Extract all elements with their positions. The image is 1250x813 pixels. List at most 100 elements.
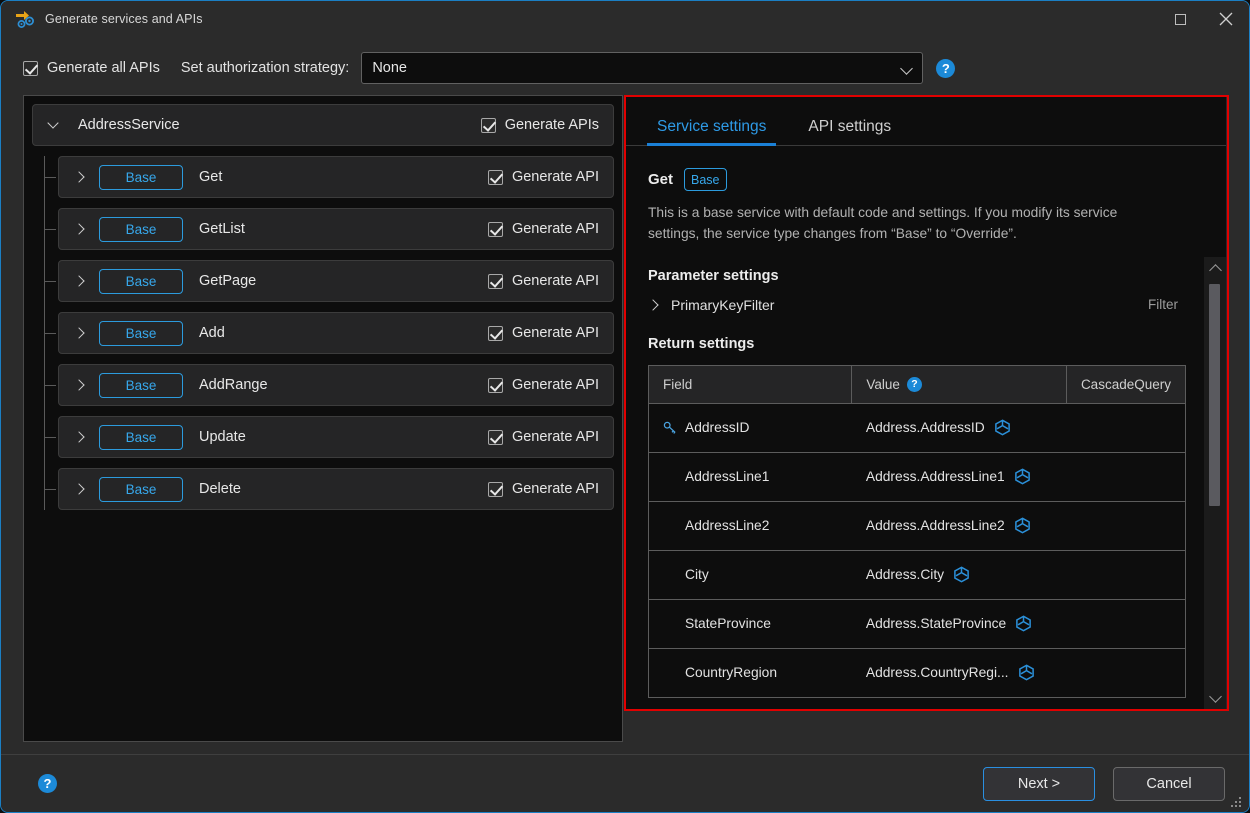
generate-api-label: Generate API (511, 169, 599, 185)
tree-item-get[interactable]: Base Get Generate API (45, 156, 614, 198)
cascade-query-cell[interactable] (1066, 550, 1186, 600)
service-type-badge[interactable]: Base (99, 476, 183, 502)
auth-strategy-help-icon[interactable]: ? (936, 58, 956, 78)
chevron-right-icon[interactable] (647, 299, 659, 311)
generate-apis-label: Generate APIs (504, 117, 599, 133)
column-header-value: Value ? (851, 365, 1067, 404)
cube-icon (1018, 664, 1034, 681)
dialog-body: AddressService Generate APIs Base Get Ge… (1, 89, 1249, 754)
generate-api-checkbox[interactable] (487, 221, 503, 237)
tree-item-delete[interactable]: Base Delete Generate API (45, 468, 614, 510)
method-name: Update (199, 429, 246, 445)
method-name: AddRange (199, 377, 268, 393)
column-header-cascadequery: CascadeQuery (1066, 365, 1186, 404)
cascade-query-cell[interactable] (1066, 648, 1186, 698)
generate-api-checkbox[interactable] (487, 325, 503, 341)
cube-icon (994, 419, 1010, 436)
service-type-badge[interactable]: Base (99, 164, 183, 190)
service-settings-content: Get Base This is a base service with def… (625, 146, 1226, 709)
field-value: Address.AddressID (865, 420, 985, 436)
scroll-up-button[interactable] (1204, 257, 1226, 279)
field-value: Address.AddressLine1 (865, 469, 1005, 485)
cancel-button[interactable]: Cancel (1113, 766, 1225, 801)
service-type-badge[interactable]: Base (99, 372, 183, 398)
detail-type-badge[interactable]: Base (684, 168, 727, 191)
auth-strategy-value: None (372, 60, 407, 76)
field-name: City (685, 567, 709, 583)
method-name: Get (199, 169, 223, 185)
generate-api-label: Generate API (511, 221, 599, 237)
tree-item-addrange[interactable]: Base AddRange Generate API (45, 364, 614, 406)
close-button[interactable] (1203, 1, 1249, 37)
field-value: Address.AddressLine2 (865, 518, 1005, 534)
maximize-button[interactable] (1157, 1, 1203, 37)
cascade-query-cell[interactable] (1066, 599, 1186, 649)
table-row[interactable]: AddressLine2 Address.AddressLine2 (648, 501, 1186, 551)
tab-service-settings[interactable]: Service settings (647, 118, 777, 146)
chevron-right-icon[interactable] (73, 327, 85, 339)
tree-root-addressservice[interactable]: AddressService Generate APIs (32, 104, 614, 146)
parameter-row-primarykeyfilter[interactable]: PrimaryKeyFilter Filter (647, 296, 1178, 313)
chevron-down-icon (1208, 689, 1222, 703)
detail-scrollbar[interactable] (1204, 257, 1226, 709)
service-type-badge[interactable]: Base (99, 268, 183, 294)
cascade-query-cell[interactable] (1066, 403, 1186, 453)
generate-api-checkbox[interactable] (487, 377, 503, 393)
detail-header: Get Base (648, 168, 1226, 191)
chevron-right-icon[interactable] (73, 379, 85, 391)
tree-item-update[interactable]: Base Update Generate API (45, 416, 614, 458)
table-row[interactable]: AddressID Address.AddressID (648, 403, 1186, 453)
tree-item-getpage[interactable]: Base GetPage Generate API (45, 260, 614, 302)
tree-item-add[interactable]: Base Add Generate API (45, 312, 614, 354)
chevron-down-icon[interactable] (47, 117, 59, 129)
scrollbar-thumb[interactable] (1209, 284, 1220, 506)
footer-help-icon[interactable]: ? (38, 774, 57, 793)
close-icon (1219, 12, 1233, 26)
field-value: Address.StateProvince (865, 616, 1007, 632)
auth-strategy-select[interactable]: None (361, 52, 924, 84)
table-row[interactable]: CountryRegion Address.CountryRegi... (648, 648, 1186, 698)
generate-all-apis-label: Generate all APIs (47, 60, 160, 76)
table-header-row: Field Value ? CascadeQuery (648, 365, 1186, 404)
parameter-kind: Filter (1148, 297, 1178, 313)
detail-description: This is a base service with default code… (648, 205, 1118, 241)
chevron-right-icon[interactable] (73, 223, 85, 235)
window-title: Generate services and APIs (45, 12, 203, 26)
generate-api-label: Generate API (511, 377, 599, 393)
generate-api-checkbox[interactable] (487, 169, 503, 185)
field-name: AddressID (685, 420, 750, 436)
return-settings-heading: Return settings (648, 335, 755, 352)
next-button[interactable]: Next > (983, 766, 1095, 801)
table-row[interactable]: StateProvince Address.StateProvince (648, 599, 1186, 649)
generate-api-checkbox[interactable] (487, 481, 503, 497)
service-type-badge[interactable]: Base (99, 424, 183, 450)
chevron-right-icon[interactable] (73, 483, 85, 495)
parameter-settings-heading: Parameter settings (648, 267, 779, 284)
generate-apis-checkbox[interactable] (480, 117, 496, 133)
table-row[interactable]: City Address.City (648, 550, 1186, 600)
cascade-query-cell[interactable] (1066, 501, 1186, 551)
scrollbar-track[interactable] (1204, 279, 1226, 687)
service-name: AddressService (78, 117, 180, 133)
generate-api-label: Generate API (511, 481, 599, 497)
service-type-badge[interactable]: Base (99, 216, 183, 242)
value-help-icon[interactable]: ? (906, 376, 922, 392)
cascade-query-cell[interactable] (1066, 452, 1186, 502)
chevron-right-icon[interactable] (73, 275, 85, 287)
title-bar: Generate services and APIs (1, 1, 1249, 37)
resize-grip[interactable] (1231, 795, 1243, 807)
chevron-right-icon[interactable] (73, 171, 85, 183)
detail-tabs: Service settings API settings (625, 97, 1226, 146)
chevron-up-icon (1208, 263, 1222, 277)
service-type-badge[interactable]: Base (99, 320, 183, 346)
generate-api-checkbox[interactable] (487, 429, 503, 445)
chevron-right-icon[interactable] (73, 431, 85, 443)
generate-api-checkbox[interactable] (487, 273, 503, 289)
tab-api-settings[interactable]: API settings (798, 118, 901, 145)
field-value: Address.City (865, 567, 945, 583)
table-row[interactable]: AddressLine1 Address.AddressLine1 (648, 452, 1186, 502)
parameter-name: PrimaryKeyFilter (671, 296, 775, 313)
scroll-down-button[interactable] (1204, 687, 1226, 709)
tree-item-getlist[interactable]: Base GetList Generate API (45, 208, 614, 250)
generate-all-apis-checkbox[interactable] (23, 60, 38, 76)
